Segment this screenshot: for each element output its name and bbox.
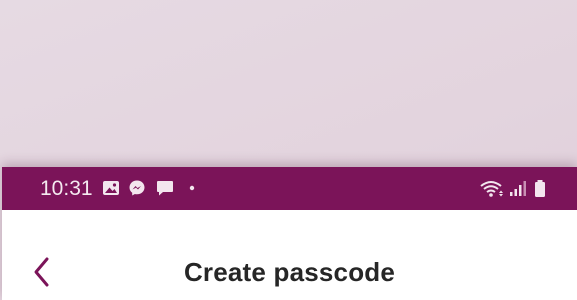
battery-icon	[535, 180, 545, 197]
gallery-icon	[103, 181, 119, 195]
system-icons	[479, 179, 549, 199]
status-bar: 10:31	[2, 167, 577, 210]
page-title: Create passcode	[183, 257, 396, 287]
chat-bubble-icon	[157, 181, 173, 196]
app-header: Create passcode	[2, 210, 577, 300]
status-time: 10:31	[40, 177, 93, 200]
messenger-icon	[129, 180, 145, 196]
signal-icon	[510, 181, 526, 196]
wifi-icon	[480, 181, 503, 197]
phone-screen: 10:31 Create passcode	[2, 167, 577, 300]
more-notifications-dot-icon	[189, 185, 195, 191]
